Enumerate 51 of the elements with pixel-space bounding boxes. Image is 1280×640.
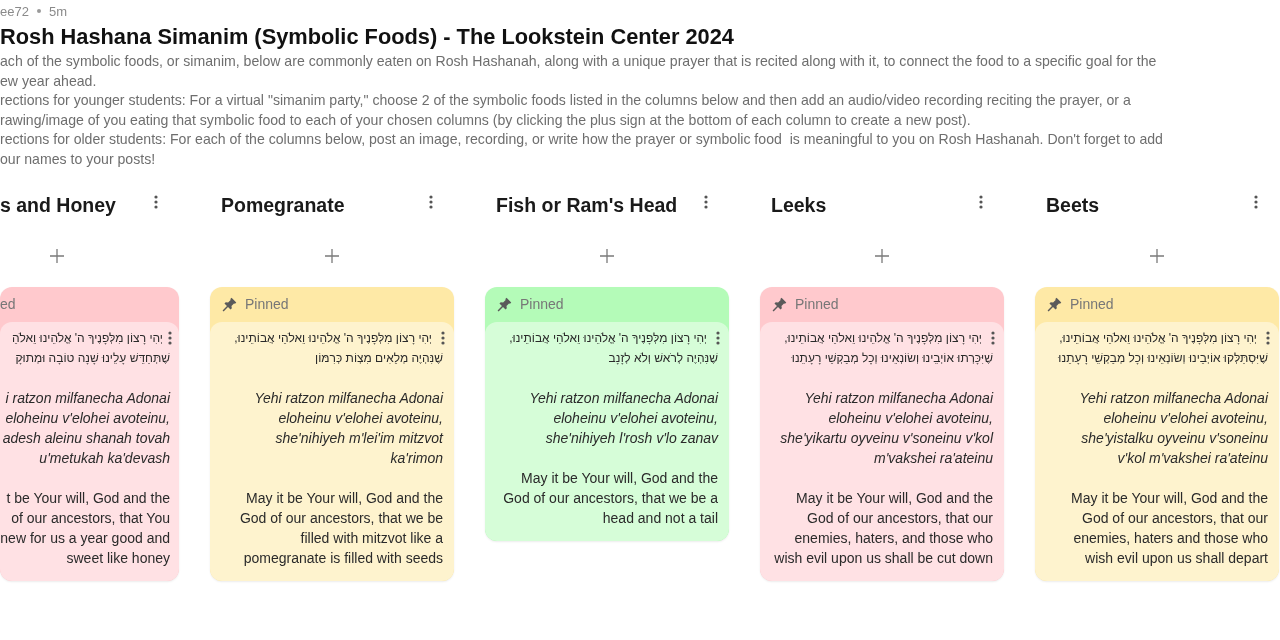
plus-icon[interactable] — [49, 248, 64, 263]
more-options-icon[interactable] — [1266, 331, 1270, 345]
more-options-icon[interactable] — [168, 331, 172, 345]
prayer-translation: May it be Your will, God and the God of our ancestors, that we be filled with mitzvot like a pomegranate is filled with seeds — [238, 489, 443, 568]
more-options-icon[interactable] — [154, 195, 158, 209]
prayer-transliteration: Yehi ratzon milfanecha Adonai eloheinu v'elohei avoteinu, she'nihiyeh m'lei'im mitzvot ka'rimon — [253, 389, 443, 468]
prayer-transliteration: i ratzon milfanecha Adonai eloheinu v'elohei avoteinu, adesh aleinu shanah tovah u'metukah ka'devash — [1, 389, 170, 468]
author-name: ee72 — [0, 3, 29, 19]
hebrew-prayer: יְהִי רָצוֹן מִלְּפָנֶיךָ ה' אֱלֹהֵינוּ וֵאלֹהֵי אֲבוֹתֵינוּ, שֶׁנִּהְיֶה מְלֵאִים מִצְוֹת כְּרִמּוֹן — [233, 330, 443, 367]
plus-icon[interactable] — [600, 248, 614, 263]
more-options-icon[interactable] — [979, 195, 983, 209]
prayer-translation: May it be Your will, God and the God of our ancestors, that our enemies, haters, and those who wish evil upon us shall be cut down — [773, 489, 993, 568]
pinned-label: ed — [0, 296, 16, 312]
pin-icon — [1047, 296, 1062, 312]
hebrew-prayer: יְהִי רָצוֹן מִלְּפָנֶיךָ ה' אֱלֹהֵינוּ וֵאלֹהֵי אֲבוֹתֵינוּ, שֶׁיִּסְתַּלְּקוּ אוֹיְבֵינוּ וְשׂוֹנְאֵינוּ וְכָל מְבַקְשֵׁי רָעָתֵנוּ — [1057, 330, 1268, 367]
more-options-icon[interactable] — [1254, 195, 1258, 209]
plus-icon[interactable] — [325, 248, 339, 263]
board-title: Rosh Hashana Simanim (Symbolic Foods) - The Lookstein Center 2024 — [0, 23, 735, 51]
column-title: s and Honey — [0, 193, 116, 217]
column-title: Beets — [1046, 193, 1100, 217]
pinned-label: Pinned — [795, 296, 839, 312]
description-paragraph: rections for older students: For each of the columns below, post an image, recording, or write how the prayer or symbolic food is meaningful to you on Rosh Hashanah. Don't forget to add our names to your posts! — [0, 130, 1164, 169]
prayer-translation: t be Your will, God and the of our ancestors, that You new for us a year good and sweet like honey — [0, 489, 170, 568]
pin-icon — [222, 296, 237, 312]
separator-dot-icon — [36, 9, 41, 13]
plus-icon[interactable] — [1150, 248, 1164, 263]
prayer-transliteration: Yehi ratzon milfanecha Adonai eloheinu v'elohei avoteinu, she'yistalku oyveinu v'soneinu v'kol m'vakshei ra'ateinu — [1078, 389, 1268, 468]
prayer-transliteration: Yehi ratzon milfanecha Adonai eloheinu v'elohei avoteinu, she'yikartu oyveinu v'soneinu v'kol m'vakshei ra'ateinu — [779, 389, 993, 468]
more-options-icon[interactable] — [429, 195, 433, 209]
more-options-icon[interactable] — [704, 195, 708, 209]
description-paragraph: ach of the symbolic foods, or simanim, below are commonly eaten on Rosh Hashanah, along with a unique prayer that is recited along with it, to connect the food to a specific goal for the ew year ahead. — [0, 52, 1158, 91]
prayer-translation: May it be Your will, God and the God of our ancestors, that our enemies, haters and those who wish evil upon us shall depart — [1070, 489, 1268, 568]
pin-icon — [497, 296, 512, 312]
column-title: Leeks — [771, 193, 827, 217]
more-options-icon[interactable] — [441, 331, 445, 345]
prayer-transliteration: Yehi ratzon milfanecha Adonai eloheinu v'elohei avoteinu, she'nihiyeh l'rosh v'lo zanav — [528, 389, 718, 448]
prayer-translation: May it be Your will, God and the God of our ancestors, that we be a head and not a tail — [502, 469, 718, 528]
hebrew-prayer: יְהִי רָצוֹן מִלְּפָנֶיךָ ה' אֱלֹהֵינוּ וֵאלֹהֵי אֲבוֹתֵינוּ, שֶׁיִּכָּרְתוּ אוֹיְבֵינוּ וְשׂוֹנְאֵינוּ וְכָל מְבַקְשֵׁי רָעָתֵנוּ — [783, 330, 993, 367]
more-options-icon[interactable] — [991, 331, 995, 345]
pinned-label: Pinned — [1070, 296, 1114, 312]
hebrew-prayer: יְהִי רָצוֹן מִלְּפָנֶיךָ ה' אֱלֹהֵינוּ וֵאלֹהֵ שֶׁתְּחַדֵּשׁ עָלֵינוּ שָׁנָה טוֹבָה וּמְתוּקָ — [11, 330, 170, 367]
post-time: 5m — [48, 3, 67, 19]
plus-icon[interactable] — [875, 248, 889, 263]
hebrew-prayer: יְהִי רָצוֹן מִלְּפָנֶיךָ ה' אֱלֹהֵינוּ וֵאלֹהֵי אֲבוֹתֵינוּ, שֶׁנִּהְיֶה לְרֹאשׁ וְלֹא לְזָנָב — [508, 330, 718, 367]
pinned-label: Pinned — [520, 296, 564, 312]
more-options-icon[interactable] — [716, 331, 720, 345]
pinned-label: Pinned — [245, 296, 289, 312]
column-title: Pomegranate — [221, 193, 345, 217]
pin-icon — [772, 296, 787, 312]
description-paragraph: rections for younger students: For a virtual "simanim party," choose 2 of the symbolic foods listed in the columns below and then add an audio/video recording reciting the prayer, or a rawing/image of you eating that symbolic food to each of your chosen columns (by clicking the plus sign at the bottom of each column to create a new post). — [0, 91, 1132, 130]
column-title: Fish or Ram's Head — [496, 193, 678, 217]
